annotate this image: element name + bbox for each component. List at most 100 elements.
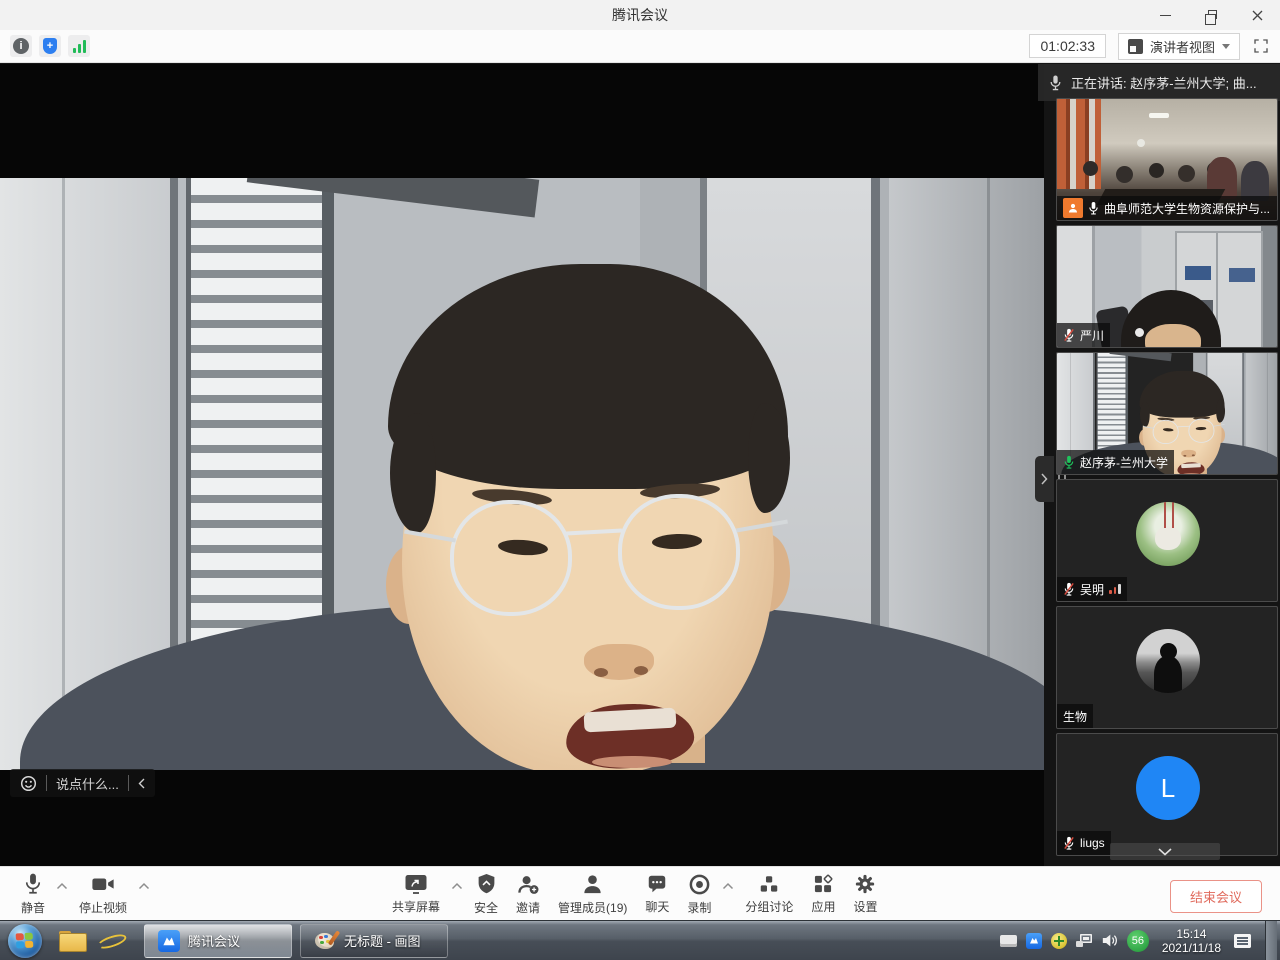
speaker-hair-left xyxy=(390,413,436,533)
chat-quick-bar: 说点什么... xyxy=(10,769,155,797)
share-screen-label: 共享屏幕 xyxy=(392,898,440,915)
speaker-glasses-left xyxy=(450,500,572,616)
participant-tile-yanchuan[interactable]: 严川 xyxy=(1056,225,1278,348)
speaker-glasses-right xyxy=(618,494,740,610)
taskbar-app-paint[interactable]: 无标题 - 画图 xyxy=(300,924,448,958)
participant-name: 赵序茅-兰州大学 xyxy=(1080,454,1168,471)
record-icon xyxy=(688,873,711,896)
start-button[interactable] xyxy=(8,924,42,958)
settings-button[interactable]: 设置 xyxy=(844,867,886,921)
office-books xyxy=(1185,266,1211,280)
participant-tile-qufu[interactable]: 曲阜师范大学生物资源保护与... xyxy=(1056,98,1278,221)
stop-video-button[interactable]: 停止视频 xyxy=(70,867,136,921)
apps-button[interactable]: 应用 xyxy=(802,867,844,921)
video-options-caret[interactable] xyxy=(136,859,152,913)
tencent-meeting-window: 腾讯会议 01:02:33 演讲者视图 xyxy=(0,0,1280,960)
participant-name-bar: 生物 xyxy=(1057,704,1093,728)
view-mode-button[interactable]: 演讲者视图 xyxy=(1118,33,1240,60)
clock-time: 15:14 xyxy=(1162,927,1221,941)
participant-tile-wuming[interactable]: 吴明 xyxy=(1056,479,1278,602)
participant-tile-liugs[interactable]: L liugs xyxy=(1056,733,1278,856)
network-quality-button[interactable] xyxy=(68,35,90,57)
chat-divider xyxy=(46,775,47,791)
participants-sidebar: 正在讲话: 赵序茅-兰州大学; 曲... xyxy=(1052,64,1280,866)
internet-explorer-icon xyxy=(98,927,126,955)
record-options-caret[interactable] xyxy=(720,859,736,913)
window-titlebar: 腾讯会议 xyxy=(0,0,1280,30)
meeting-timer: 01:02:33 xyxy=(1029,34,1106,58)
taskbar-app-meeting[interactable]: 腾讯会议 xyxy=(144,924,292,958)
tray-meeting-icon[interactable] xyxy=(1026,933,1042,949)
internet-explorer-button[interactable] xyxy=(92,921,132,960)
record-button[interactable]: 录制 xyxy=(678,867,720,921)
speaker-lip xyxy=(592,756,672,768)
layout-icon xyxy=(1128,39,1143,54)
file-explorer-button[interactable] xyxy=(52,921,92,960)
chat-collapse-icon[interactable] xyxy=(138,778,145,789)
meeting-topbar: 01:02:33 演讲者视图 xyxy=(0,30,1280,63)
signal-bars-icon xyxy=(73,39,86,53)
meeting-protect-button[interactable] xyxy=(39,35,61,57)
poor-signal-icon xyxy=(1109,584,1121,594)
restore-button[interactable] xyxy=(1188,0,1234,30)
manage-members-button[interactable]: 管理成员(19) xyxy=(549,867,636,921)
invite-person-icon xyxy=(517,873,540,896)
classroom-clock xyxy=(1137,139,1145,147)
share-screen-button[interactable]: 共享屏幕 xyxy=(383,867,449,921)
mute-button[interactable]: 静音 xyxy=(12,867,54,921)
volume-icon[interactable] xyxy=(1101,933,1118,948)
classroom-attendees xyxy=(1083,161,1098,176)
mute-options-caret[interactable] xyxy=(54,859,70,913)
windows-logo-icon xyxy=(16,932,35,949)
minimize-button[interactable] xyxy=(1142,0,1188,30)
participant-earphone xyxy=(1135,328,1144,337)
shield-plus-icon xyxy=(43,38,57,54)
toolbar-center-group: 共享屏幕 安全 邀请 xyxy=(383,867,886,921)
close-button[interactable] xyxy=(1234,0,1280,30)
participant-name: 生物 xyxy=(1063,708,1087,725)
record-label: 录制 xyxy=(687,899,711,916)
windows-taskbar: 腾讯会议 无标题 - 画图 56 15:14 2021/11/18 xyxy=(0,920,1280,960)
invite-label: 邀请 xyxy=(516,899,540,916)
security-label: 安全 xyxy=(474,899,498,916)
participant-name: 严川 xyxy=(1080,327,1104,344)
network-icon[interactable] xyxy=(1076,934,1092,947)
scroll-more-participants[interactable] xyxy=(1110,843,1220,860)
participant-tile-zhaoxumao[interactable]: 赵序茅-兰州大学 xyxy=(1056,352,1278,475)
end-meeting-button[interactable]: 结束会议 xyxy=(1170,880,1262,913)
show-desktop-button[interactable] xyxy=(1265,921,1277,960)
meeting-info-button[interactable] xyxy=(10,35,32,57)
taskbar-app-label: 腾讯会议 xyxy=(188,931,240,950)
notification-list-icon[interactable] xyxy=(1234,934,1251,948)
touch-keyboard-icon[interactable] xyxy=(1000,935,1017,947)
minimize-icon xyxy=(1160,15,1171,16)
mic-muted-icon xyxy=(1063,582,1075,596)
tray-boost-badge[interactable]: 56 xyxy=(1127,930,1149,952)
mic-muted-icon xyxy=(1063,328,1075,342)
apps-label: 应用 xyxy=(811,898,835,915)
hamster-avatar xyxy=(1136,502,1200,566)
chevron-right-icon xyxy=(1041,473,1048,485)
silhouette-avatar xyxy=(1136,629,1200,693)
chat-input-placeholder[interactable]: 说点什么... xyxy=(56,774,119,793)
chevron-up-icon xyxy=(138,882,150,890)
security-button[interactable]: 安全 xyxy=(465,867,507,921)
participant-name-bar: 吴明 xyxy=(1057,577,1127,601)
participant-tile-shengwu[interactable]: 生物 xyxy=(1056,606,1278,729)
tray-antivirus-icon[interactable] xyxy=(1051,933,1067,949)
share-options-caret[interactable] xyxy=(449,859,465,913)
breakout-rooms-button[interactable]: 分组讨论 xyxy=(736,867,802,921)
topbar-right: 01:02:33 演讲者视图 xyxy=(1029,33,1270,60)
fullscreen-icon[interactable] xyxy=(1252,37,1270,55)
info-icon xyxy=(13,38,29,54)
participant-face xyxy=(1145,324,1201,348)
chat-button[interactable]: 聊天 xyxy=(636,867,678,921)
participant-name-bar: 赵序茅-兰州大学 xyxy=(1057,450,1174,474)
mic-muted-icon xyxy=(1063,836,1075,850)
taskbar-clock[interactable]: 15:14 2021/11/18 xyxy=(1162,927,1221,955)
folder-icon xyxy=(59,931,85,950)
host-badge-icon xyxy=(1063,198,1083,218)
invite-button[interactable]: 邀请 xyxy=(507,867,549,921)
emoji-icon[interactable] xyxy=(20,775,37,792)
breakout-icon xyxy=(758,873,780,895)
